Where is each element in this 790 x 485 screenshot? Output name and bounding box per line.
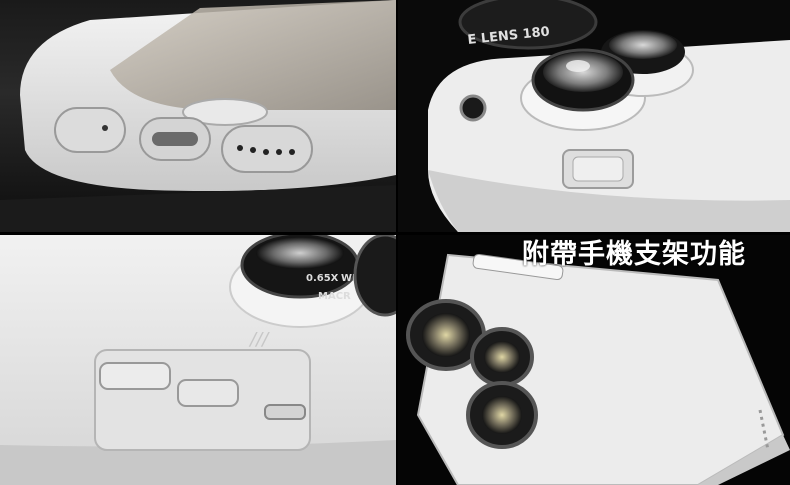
lens-top-illustration: E LENS 180 — [428, 0, 790, 232]
case-lenses-illustration — [406, 253, 790, 485]
photo-lens-top: E LENS 180 — [398, 0, 790, 232]
volume-down-button — [177, 379, 239, 407]
brand-mark: /// — [248, 329, 270, 350]
photo-case-with-lenses — [398, 235, 790, 485]
headphone-port-cutout — [54, 107, 126, 153]
wide-lens-label: 0.65X — [306, 273, 339, 284]
speaker-cutout — [221, 125, 313, 173]
case-bottom-illustration — [0, 0, 396, 232]
macro-lens-label: MACR — [318, 291, 351, 302]
photo-side-buttons: 0.65X WI MACR /// — [0, 235, 396, 485]
photo-bottom-ports — [0, 0, 396, 232]
side-buttons-illustration: 0.65X WI MACR /// — [0, 235, 396, 485]
feature-caption: 附帶手機支架功能 — [522, 239, 746, 270]
mute-switch — [264, 404, 306, 420]
volume-up-button — [99, 362, 171, 390]
